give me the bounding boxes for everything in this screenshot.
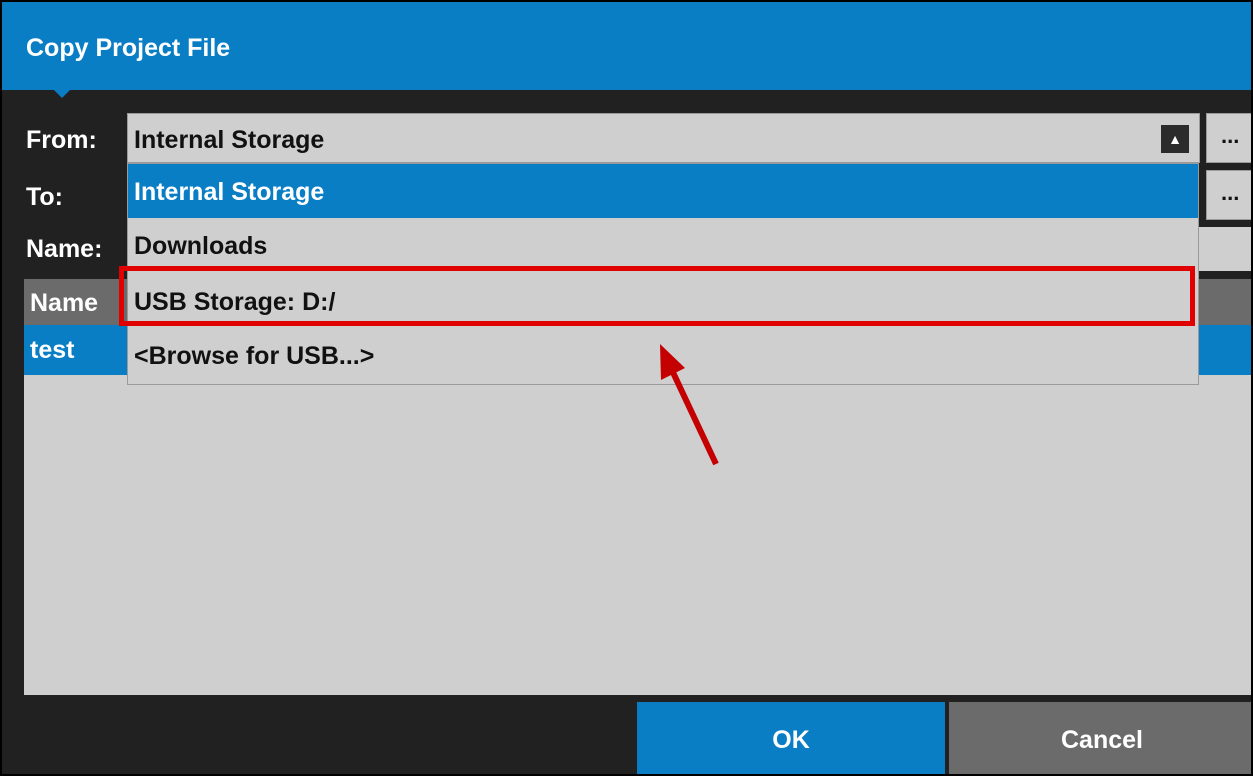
ok-button[interactable]: OK	[637, 702, 945, 774]
copy-project-dialog: Copy Project File From: Internal Storage…	[0, 0, 1253, 776]
arrow-shaft	[667, 364, 719, 466]
annotation-arrow	[660, 344, 719, 466]
cancel-button[interactable]: Cancel	[949, 702, 1251, 774]
